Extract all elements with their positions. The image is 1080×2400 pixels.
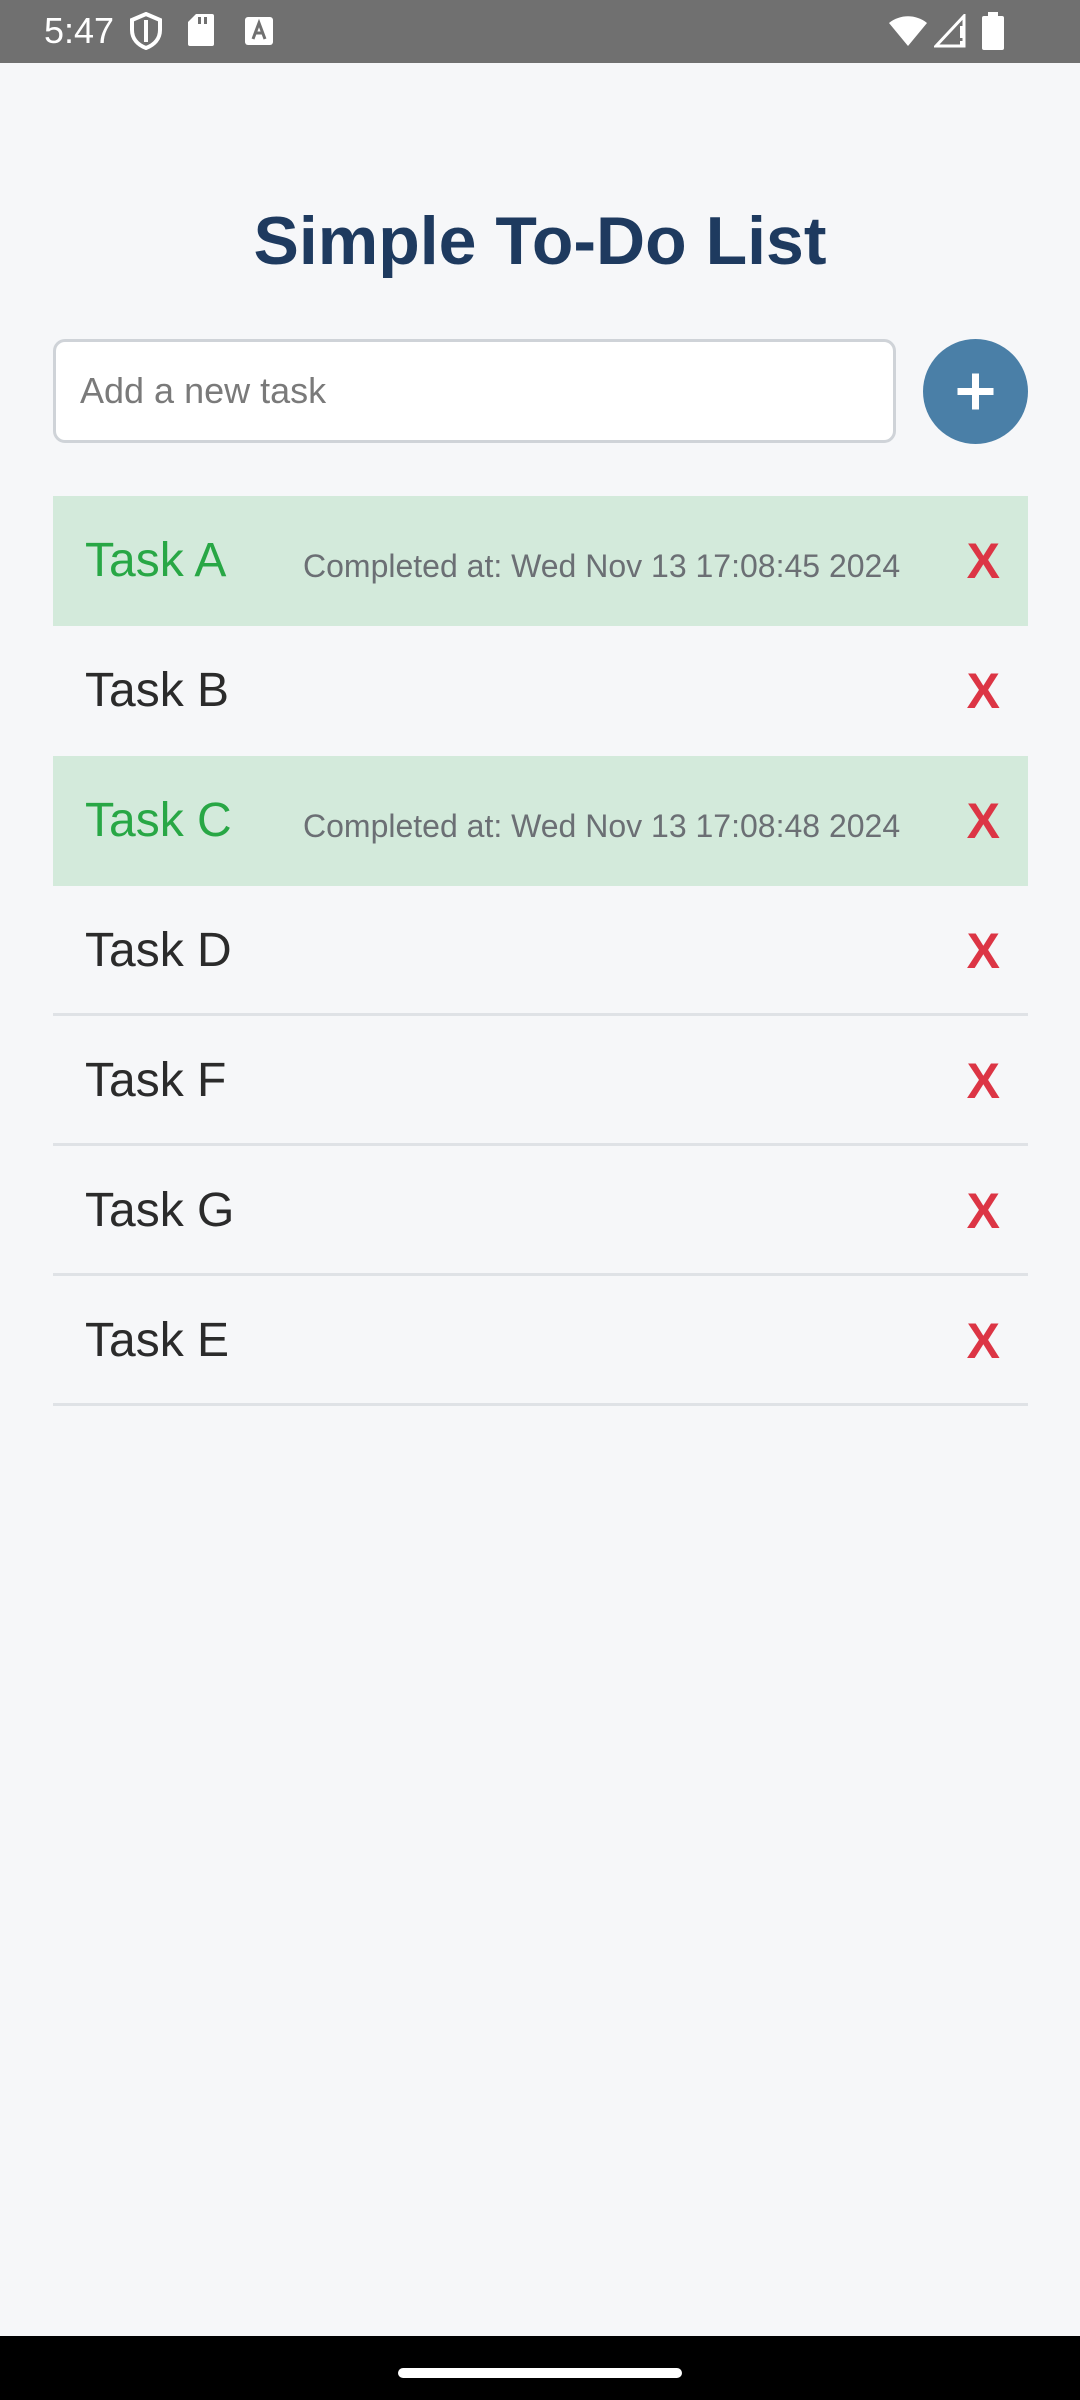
keyboard-a-icon (244, 16, 274, 51)
signal-icon (932, 12, 970, 53)
task-row[interactable]: Task B X (53, 626, 1028, 756)
sd-card-icon (186, 12, 216, 53)
status-bar: 5:47 (0, 0, 1080, 63)
delete-task-button[interactable]: X (967, 886, 1000, 1016)
task-name: Task B (85, 664, 230, 717)
task-list: Task A Completed at: Wed Nov 13 17:08:45… (53, 496, 1028, 1406)
delete-task-button[interactable]: X (967, 1016, 1000, 1146)
task-row[interactable]: Task G X (53, 1146, 1028, 1276)
shield-icon (128, 11, 164, 55)
delete-task-button[interactable]: X (967, 756, 1000, 886)
page-title: Simple To-Do List (253, 203, 827, 279)
add-task-button[interactable] (923, 339, 1028, 444)
completed-at-text: Completed at: Wed Nov 13 17:08:48 2024 (303, 808, 901, 844)
home-indicator[interactable] (398, 2368, 682, 2378)
task-row[interactable]: Task D X (53, 886, 1028, 1016)
task-row[interactable]: Task A Completed at: Wed Nov 13 17:08:45… (53, 496, 1028, 626)
battery-icon (982, 12, 1004, 55)
completed-at-text: Completed at: Wed Nov 13 17:08:45 2024 (303, 548, 901, 584)
task-name: Task E (85, 1314, 230, 1367)
delete-task-button[interactable]: X (967, 496, 1000, 626)
task-name: Task C (85, 794, 232, 847)
status-time: 5:47 (44, 10, 115, 51)
task-name: Task D (85, 924, 232, 977)
new-task-input[interactable] (53, 339, 896, 443)
screen: 5:47 Simple To-Do List Add a new task Ta… (0, 0, 1080, 2400)
delete-task-button[interactable]: X (967, 1146, 1000, 1276)
task-name: Task G (85, 1184, 235, 1237)
task-name: Task A (85, 534, 227, 587)
task-row[interactable]: Task C Completed at: Wed Nov 13 17:08:48… (53, 756, 1028, 886)
delete-task-button[interactable]: X (967, 626, 1000, 756)
wifi-icon (888, 14, 928, 53)
task-name: Task F (85, 1054, 227, 1107)
delete-task-button[interactable]: X (967, 1276, 1000, 1406)
task-row[interactable]: Task F X (53, 1016, 1028, 1146)
task-row[interactable]: Task E X (53, 1276, 1028, 1406)
plus-icon (923, 339, 1028, 444)
